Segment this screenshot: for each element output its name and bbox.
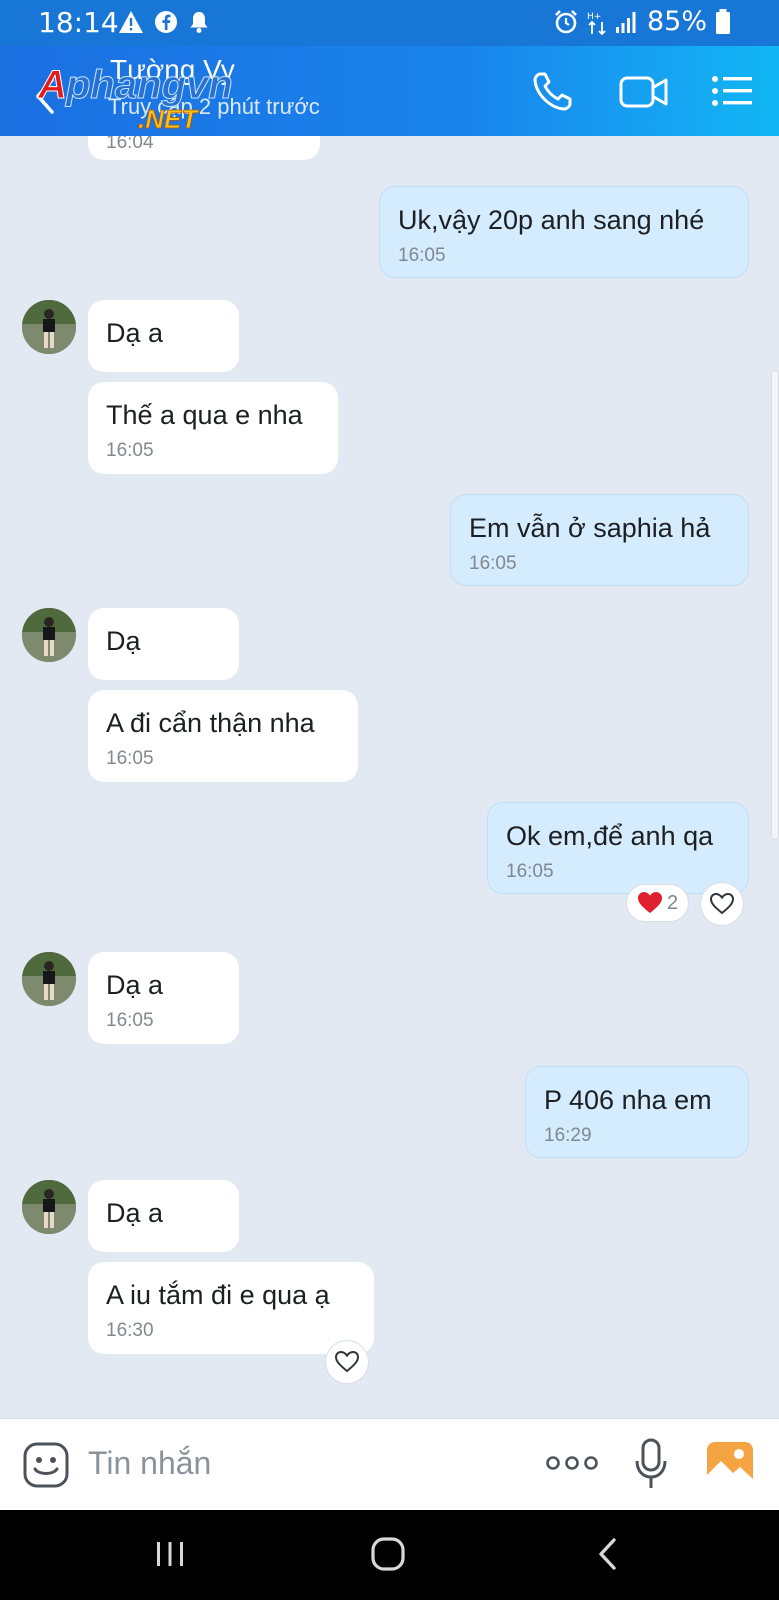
system-nav-bar	[0, 1510, 779, 1600]
message-bubble-incoming[interactable]: Dạ	[88, 608, 239, 680]
signal-icon	[615, 11, 636, 33]
chat-header: Tường Vy Truy cập 2 phút trước A phangvn…	[0, 46, 779, 136]
message-time: 16:05	[106, 1010, 154, 1031]
message-text: Dạ a	[106, 970, 164, 1000]
reaction-summary[interactable]: 2	[626, 884, 690, 922]
message-bubble-incoming[interactable]: Dạ a	[88, 1180, 239, 1252]
heart-outline-icon	[709, 892, 735, 915]
recent-apps-icon[interactable]	[154, 1534, 186, 1574]
message-time: 16:04	[106, 136, 154, 153]
contact-avatar[interactable]	[22, 300, 76, 354]
battery-percent: 85%	[646, 6, 707, 37]
message-time: 16:05	[106, 748, 154, 769]
home-icon[interactable]	[370, 1534, 406, 1574]
message-text: Uk,vậy 20p anh sang nhé	[398, 205, 705, 235]
message-bubble-incoming[interactable]: Dạ a 16:05	[88, 952, 239, 1044]
red-heart-icon	[638, 892, 662, 913]
chat-messages[interactable]: 16:04 Uk,vậy 20p anh sang nhé 16:05 Dạ a…	[0, 136, 779, 1418]
message-text: Em vẫn ở saphia hả	[469, 513, 711, 543]
contact-avatar[interactable]	[22, 608, 76, 662]
message-bubble-outgoing[interactable]: Ok em,để anh qa 16:05	[487, 802, 749, 894]
phone-icon[interactable]	[530, 68, 578, 114]
message-bubble-incoming[interactable]: A đi cẩn thận nha 16:05	[88, 690, 358, 782]
message-bubble-outgoing[interactable]: P 406 nha em 16:29	[525, 1066, 749, 1158]
message-composer: Tin nhắn	[0, 1418, 779, 1510]
more-dots-icon[interactable]	[546, 1451, 598, 1475]
message-text: Dạ a	[106, 318, 164, 348]
svg-text:phangvn: phangvn	[65, 63, 233, 107]
notification-bell-icon	[190, 12, 208, 33]
message-time: 16:05	[398, 245, 446, 266]
message-text: Thế a qua e nha	[106, 400, 303, 430]
react-heart-button[interactable]	[325, 1340, 369, 1384]
message-text: A iu tắm đi e qua ạ	[106, 1280, 330, 1310]
message-bubble-incoming[interactable]: Dạ a	[88, 300, 239, 372]
status-system-icons: H+ 85%	[553, 6, 731, 37]
reaction-count: 2	[667, 891, 679, 914]
back-nav-icon[interactable]	[594, 1534, 620, 1574]
message-bubble-incoming[interactable]: A iu tắm đi e qua ạ 16:30	[88, 1262, 374, 1354]
scrollbar[interactable]	[771, 370, 779, 840]
status-bar: 18:14 H+ 85%	[0, 0, 779, 46]
microphone-icon[interactable]	[634, 1437, 668, 1491]
facebook-icon	[155, 11, 177, 33]
watermark-logo: A phangvn .NET	[37, 63, 234, 131]
menu-list-icon[interactable]	[710, 68, 754, 114]
message-bubble-outgoing[interactable]: Em vẫn ở saphia hả 16:05	[450, 494, 749, 586]
contact-avatar[interactable]	[22, 952, 76, 1006]
heart-outline-icon	[334, 1350, 360, 1373]
alarm-icon	[555, 9, 577, 33]
react-heart-button[interactable]	[700, 882, 744, 926]
message-time: 16:29	[544, 1125, 592, 1146]
message-time: 16:30	[106, 1320, 154, 1341]
message-text: A đi cẩn thận nha	[106, 708, 315, 738]
battery-icon	[716, 8, 730, 34]
status-time: 18:14	[38, 6, 119, 39]
message-bubble-incoming[interactable]: 16:04	[88, 136, 320, 160]
message-bubble-incoming[interactable]: Thế a qua e nha 16:05	[88, 382, 338, 474]
message-bubble-outgoing[interactable]: Uk,vậy 20p anh sang nhé 16:05	[379, 186, 749, 278]
photo-icon[interactable]	[706, 1441, 754, 1487]
message-time: 16:05	[106, 440, 154, 461]
message-time: 16:05	[469, 553, 517, 574]
message-input[interactable]: Tin nhắn	[88, 1445, 211, 1482]
status-notification-icons	[118, 10, 210, 34]
warning-icon	[119, 11, 143, 33]
message-time: 16:05	[506, 861, 554, 882]
svg-text:A: A	[37, 63, 67, 107]
message-text: Dạ	[106, 626, 141, 656]
message-text: P 406 nha em	[544, 1085, 712, 1115]
video-call-icon[interactable]	[618, 68, 670, 114]
sticker-icon[interactable]	[22, 1441, 70, 1489]
data-arrows-icon: H+	[587, 12, 606, 35]
svg-text:H+: H+	[587, 12, 601, 22]
contact-avatar[interactable]	[22, 1180, 76, 1234]
svg-text:.NET: .NET	[138, 104, 199, 130]
message-text: Ok em,để anh qa	[506, 821, 714, 851]
message-text: Dạ a	[106, 1198, 164, 1228]
